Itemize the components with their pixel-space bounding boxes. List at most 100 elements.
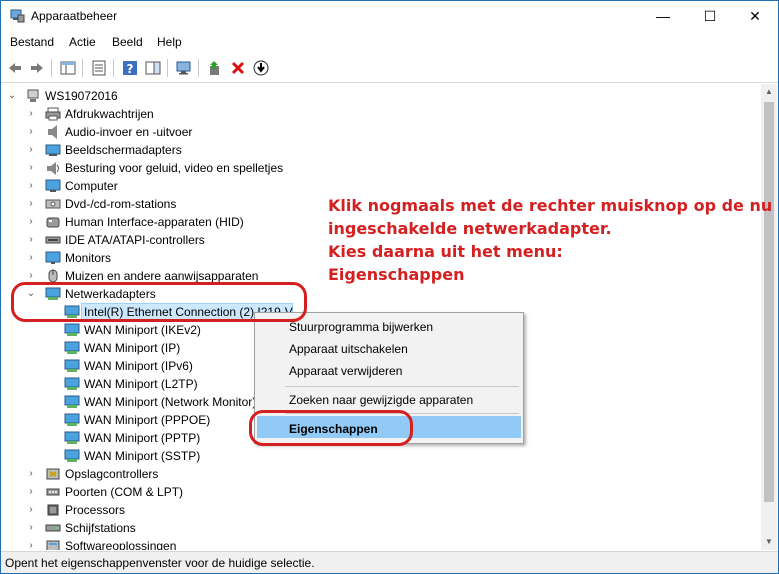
properties-icon[interactable] xyxy=(89,58,109,78)
expand-chevron-icon[interactable]: › xyxy=(26,522,36,534)
tree-root-label: WS19072016 xyxy=(45,89,118,103)
expand-chevron-icon[interactable]: › xyxy=(26,468,36,480)
hid-icon xyxy=(45,214,61,230)
dvd-icon xyxy=(45,196,61,212)
title-bar[interactable]: Apparaatbeheer — ☐ ✕ xyxy=(1,1,778,31)
scroll-down-icon[interactable]: ▼ xyxy=(761,534,777,550)
port-icon xyxy=(45,484,61,500)
expand-chevron-icon[interactable]: › xyxy=(26,108,36,120)
menu-help[interactable]: Help xyxy=(157,35,182,49)
tree-item-label: Besturing voor geluid, video en spelletj… xyxy=(65,161,284,175)
tree-root[interactable]: ⌄ WS19072016 xyxy=(1,87,763,105)
annotation-line: Kies daarna uit het menu: xyxy=(328,242,563,261)
category-opslagcontrollers[interactable]: › Opslagcontrollers xyxy=(1,465,763,483)
category-softwareoplossingen[interactable]: › Softwareoplossingen xyxy=(1,537,763,550)
category-besturing-voor-geluid-video-en-spelletjes[interactable]: › Besturing voor geluid, video en spellet… xyxy=(1,159,763,177)
ide-icon xyxy=(45,232,61,248)
tree-item-label: Schijfstations xyxy=(65,521,136,535)
processor-icon xyxy=(45,502,61,518)
menu-uninstall-device[interactable]: Apparaat verwijderen xyxy=(289,364,402,378)
expand-chevron-icon[interactable]: › xyxy=(26,486,36,498)
tree-item-label: Softwareoplossingen xyxy=(65,539,177,550)
expand-chevron-icon[interactable]: › xyxy=(26,180,36,192)
network-adapter-icon xyxy=(64,322,80,338)
tree-item-label: Audio-invoer en -uitvoer xyxy=(65,125,193,139)
category-audio-invoer-en-uitvoer[interactable]: › Audio-invoer en -uitvoer xyxy=(1,123,763,141)
tree-item-label: IDE ATA/ATAPI-controllers xyxy=(65,233,205,247)
sound-icon xyxy=(45,160,61,176)
network-adapter-icon xyxy=(64,358,80,374)
scrollbar-thumb[interactable] xyxy=(764,102,774,502)
network-adapter-label: WAN Miniport (PPTP) xyxy=(84,431,201,445)
expand-chevron-icon[interactable]: › xyxy=(26,234,36,246)
expand-chevron-icon[interactable]: › xyxy=(26,540,36,550)
menu-scan-hardware[interactable]: Zoeken naar gewijzigde apparaten xyxy=(289,393,473,407)
category-afdrukwachtrijen[interactable]: › Afdrukwachtrijen xyxy=(1,105,763,123)
tree-item-label: Processors xyxy=(65,503,126,517)
network-adapter-icon xyxy=(64,340,80,356)
tree-item-label: Afdrukwachtrijen xyxy=(65,107,154,121)
back-arrow-icon[interactable] xyxy=(5,58,25,78)
expand-chevron-icon[interactable]: › xyxy=(26,144,36,156)
disk-icon xyxy=(45,520,61,536)
category-schijfstations[interactable]: › Schijfstations xyxy=(1,519,763,537)
status-text: Opent het eigenschappenvenster voor de h… xyxy=(5,556,315,570)
computer-icon xyxy=(45,178,61,194)
menu-disable-device[interactable]: Apparaat uitschakelen xyxy=(289,342,408,356)
network-adapter-label: WAN Miniport (Network Monitor) xyxy=(84,395,257,409)
network-adapter-icon xyxy=(64,448,80,464)
scan-hardware-icon[interactable] xyxy=(174,58,194,78)
annotation-line: Klik nogmaals met de rechter muisknop op… xyxy=(328,196,773,215)
scroll-up-icon[interactable]: ▲ xyxy=(761,84,777,100)
tree-item-label: Monitors xyxy=(65,251,112,265)
network-adapter-label: WAN Miniport (SSTP) xyxy=(84,449,201,463)
forward-arrow-icon[interactable] xyxy=(27,58,47,78)
network-adapter-label: WAN Miniport (L2TP) xyxy=(84,377,198,391)
action-pane-icon[interactable] xyxy=(143,58,163,78)
menu-bestand[interactable]: Bestand xyxy=(10,35,54,49)
category-poorten-com-lpt[interactable]: › Poorten (COM & LPT) xyxy=(1,483,763,501)
computer-root-icon xyxy=(25,88,41,104)
svg-text:?: ? xyxy=(127,62,134,76)
vertical-scrollbar[interactable]: ▲ ▼ xyxy=(761,84,777,550)
expand-chevron-icon[interactable]: › xyxy=(26,216,36,228)
expand-chevron-icon[interactable]: › xyxy=(26,252,36,264)
menu-actie[interactable]: Actie xyxy=(69,35,96,49)
storage-icon xyxy=(45,466,61,482)
close-button[interactable]: ✕ xyxy=(732,1,778,31)
tree-item-label: Opslagcontrollers xyxy=(65,467,159,481)
annotation-line: ingeschakelde netwerkadapter. xyxy=(328,219,612,238)
printer-icon xyxy=(45,106,61,122)
help-icon[interactable]: ? xyxy=(120,58,140,78)
expand-chevron-icon[interactable]: › xyxy=(26,270,36,282)
device-manager-window: Apparaatbeheer — ☐ ✕ Bestand Actie Beeld… xyxy=(0,0,779,574)
tree-item-label: Muizen en andere aanwijsapparaten xyxy=(65,269,259,283)
menu-bar: Bestand Actie Beeld Help xyxy=(1,31,778,53)
uninstall-device-icon[interactable] xyxy=(228,58,248,78)
expand-chevron-icon[interactable]: › xyxy=(26,126,36,138)
highlight-ring-network-adapter xyxy=(11,282,307,322)
collapse-chevron-icon[interactable]: ⌄ xyxy=(7,90,17,102)
display-adapter-icon xyxy=(45,142,61,158)
minimize-button[interactable]: — xyxy=(640,1,686,31)
disable-device-icon[interactable] xyxy=(251,58,271,78)
highlight-ring-properties xyxy=(249,410,413,446)
expand-chevron-icon[interactable]: › xyxy=(26,198,36,210)
category-beeldschermadapters[interactable]: › Beeldschermadapters xyxy=(1,141,763,159)
network-adapter-label: WAN Miniport (IP) xyxy=(84,341,181,355)
menu-update-driver[interactable]: Stuurprogramma bijwerken xyxy=(289,320,433,334)
menu-beeld[interactable]: Beeld xyxy=(112,35,143,49)
update-driver-icon[interactable] xyxy=(205,58,225,78)
network-adapter-item[interactable]: WAN Miniport (SSTP) xyxy=(1,447,763,465)
expand-chevron-icon[interactable]: › xyxy=(26,504,36,516)
monitor-icon xyxy=(45,250,61,266)
annotation-line: Eigenschappen xyxy=(328,265,465,284)
expand-chevron-icon[interactable]: › xyxy=(26,162,36,174)
show-hide-console-tree-icon[interactable] xyxy=(58,58,78,78)
software-icon xyxy=(45,538,61,550)
maximize-button[interactable]: ☐ xyxy=(687,1,733,31)
toolbar: ? xyxy=(1,53,778,83)
speaker-icon xyxy=(45,124,61,140)
category-computer[interactable]: › Computer xyxy=(1,177,763,195)
category-processors[interactable]: › Processors xyxy=(1,501,763,519)
